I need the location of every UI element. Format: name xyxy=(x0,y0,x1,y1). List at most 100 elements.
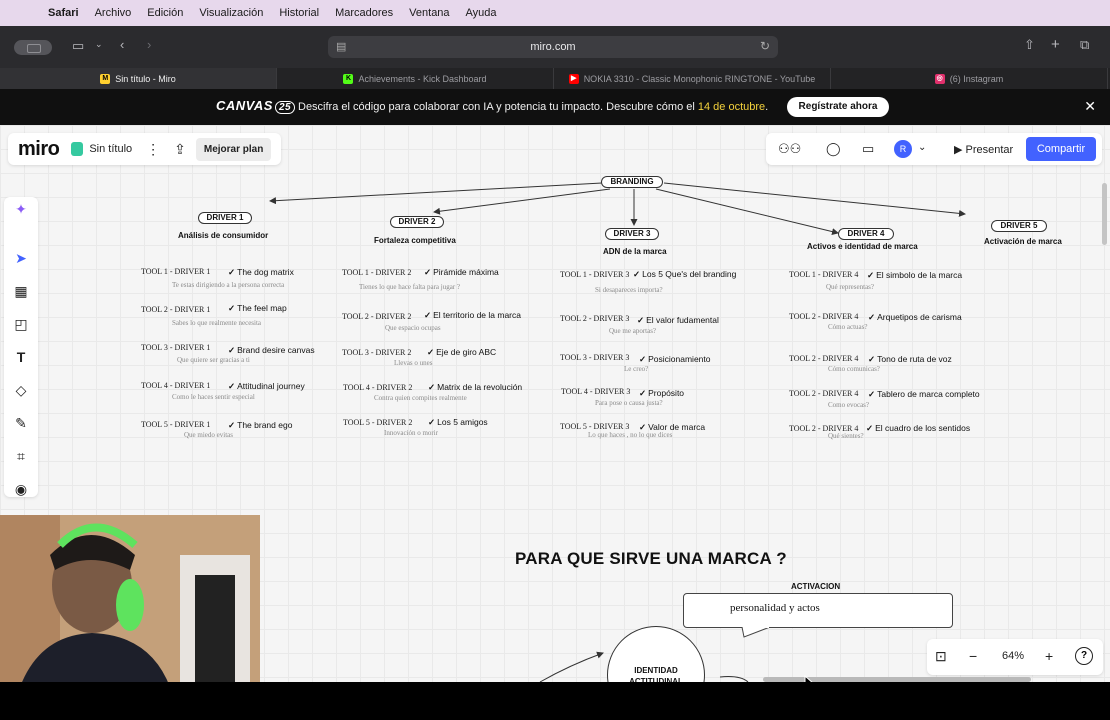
check-icon: ✓ xyxy=(228,381,236,391)
more-apps-icon[interactable]: ◉ xyxy=(4,475,38,503)
tool-name[interactable]: ✓ Matrix de la revolución xyxy=(428,382,522,393)
sidebar-icon[interactable]: ▭ xyxy=(72,38,84,54)
activation-label[interactable]: ACTIVACION xyxy=(791,582,840,591)
tool-name[interactable]: ✓ Propósito xyxy=(639,388,684,399)
tool-name[interactable]: ✓ Posicionamiento xyxy=(639,354,711,365)
tab-label: Achievements - Kick Dashboard xyxy=(358,73,487,84)
new-tab-icon[interactable]: + xyxy=(1051,36,1060,53)
upgrade-button[interactable]: Mejorar plan xyxy=(195,137,272,161)
tool-name[interactable]: ✓ El territorio de la marca xyxy=(424,310,521,321)
more-options-icon[interactable]: ⋮ xyxy=(146,141,160,158)
menu-safari[interactable]: Safari xyxy=(40,7,87,19)
forward-icon[interactable]: › xyxy=(147,37,151,52)
board-title[interactable]: Sin título xyxy=(89,143,132,155)
arrow-driver-2 xyxy=(433,188,611,215)
fit-screen-icon[interactable]: ⊡ xyxy=(935,648,947,665)
zoom-out-button[interactable]: − xyxy=(969,648,977,664)
menu-ayuda[interactable]: Ayuda xyxy=(458,7,505,19)
tab-overview-toggle[interactable] xyxy=(14,40,52,55)
present-button[interactable]: ▶ Presentar xyxy=(946,139,1021,161)
shapes-icon[interactable]: ◇ xyxy=(4,376,38,404)
tool-name[interactable]: ✓ Los 5 amigos xyxy=(428,417,488,428)
tab-instagram[interactable]: ◎ (6) Instagram xyxy=(831,68,1108,89)
tool-name[interactable]: ✓ Brand desire canvas xyxy=(228,345,315,356)
webcam-image xyxy=(0,515,260,687)
menu-visualizacion[interactable]: Visualización xyxy=(191,7,271,19)
menu-archivo[interactable]: Archivo xyxy=(87,7,140,19)
driver-1-node[interactable]: DRIVER 1 xyxy=(198,212,252,224)
frame-icon[interactable]: ⌗ xyxy=(4,442,38,470)
driver-5-node[interactable]: DRIVER 5 xyxy=(991,220,1047,232)
driver-2-node[interactable]: DRIVER 2 xyxy=(390,216,444,228)
check-icon: ✓ xyxy=(427,347,435,357)
reactions-icon[interactable]: ⚇⚇ xyxy=(778,141,801,157)
tool-desc: Contra quien compites realmente xyxy=(374,394,467,402)
tool-name[interactable]: ✓ Attitudinal journey xyxy=(228,381,305,392)
arrow-driver-5 xyxy=(663,182,966,217)
tab-label: Sin título - Miro xyxy=(115,73,176,84)
tool-name[interactable]: ✓ Tablero de marca completo xyxy=(868,389,980,400)
tool-name[interactable]: ✓ The dog matrix xyxy=(228,267,294,278)
tabs-overview-icon[interactable]: ⧉ xyxy=(1080,37,1089,53)
close-icon[interactable]: ✕ xyxy=(1084,98,1096,115)
select-cursor-icon[interactable]: ➤ xyxy=(4,244,38,272)
arrow-driver-4 xyxy=(655,188,839,235)
tool-desc: Qué sientes? xyxy=(828,432,864,440)
miro-favicon-icon: M xyxy=(100,73,111,84)
back-icon[interactable]: ‹ xyxy=(120,37,124,52)
tool-label: TOOL 5 - DRIVER 1 xyxy=(141,420,211,429)
tool-name[interactable]: ✓ Tono de ruta de voz xyxy=(868,354,952,365)
tool-name[interactable]: ✓ El valor fudamental xyxy=(637,315,719,326)
comments-icon[interactable]: ◯ xyxy=(826,141,841,157)
miro-logo[interactable]: miro xyxy=(18,138,60,161)
sticky-note-icon[interactable]: ◰ xyxy=(4,310,38,338)
share-button[interactable]: Compartir xyxy=(1026,137,1096,161)
menu-historial[interactable]: Historial xyxy=(271,7,327,19)
tool-name[interactable]: ✓ The feel map xyxy=(228,303,287,314)
page-settings-icon[interactable]: ▤ xyxy=(336,40,346,53)
tab-youtube[interactable]: ▶ NOKIA 3310 - Classic Monophonic RINGTO… xyxy=(554,68,831,89)
tool-name[interactable]: ✓ The brand ego xyxy=(228,420,292,431)
templates-icon[interactable]: ▦ xyxy=(4,277,38,305)
tool-label: TOOL 4 - DRIVER 2 xyxy=(343,383,413,392)
avatar[interactable]: R xyxy=(894,140,912,158)
chevron-down-icon[interactable]: ⌄ xyxy=(918,142,926,153)
address-bar[interactable]: ▤ miro.com ↻ xyxy=(328,36,778,58)
tool-name[interactable]: ✓ Los 5 Que's del branding xyxy=(633,269,736,280)
driver-3-node[interactable]: DRIVER 3 xyxy=(605,228,659,240)
tool-name[interactable]: ✓ Arquetipos de carisma xyxy=(868,312,962,323)
tab-kick[interactable]: K Achievements - Kick Dashboard xyxy=(277,68,554,89)
chevron-down-icon[interactable]: ⌄ xyxy=(95,39,103,50)
tool-label: TOOL 2 - DRIVER 4 xyxy=(789,354,859,363)
register-button[interactable]: Regístrate ahora xyxy=(787,97,889,117)
menu-ventana[interactable]: Ventana xyxy=(401,7,457,19)
ai-sparkle-icon[interactable]: ✦ xyxy=(4,195,38,223)
tool-name[interactable]: ✓ Eje de giro ABC xyxy=(427,347,496,358)
tool-name[interactable]: ✓ Pirámide máxima xyxy=(424,267,499,278)
zoom-level[interactable]: 64% xyxy=(1002,650,1024,662)
tab-miro[interactable]: M Sin título - Miro xyxy=(0,68,277,89)
reload-icon[interactable]: ↻ xyxy=(760,39,770,53)
check-icon: ✓ xyxy=(428,382,436,392)
share-icon[interactable]: ⇧ xyxy=(1024,37,1035,53)
menu-marcadores[interactable]: Marcadores xyxy=(327,7,401,19)
tool-name[interactable]: ✓ El simbolo de la marca xyxy=(867,270,962,281)
zoom-in-button[interactable]: + xyxy=(1045,648,1053,664)
tool-label: TOOL 2 - DRIVER 3 xyxy=(560,314,630,323)
branding-node[interactable]: BRANDING xyxy=(601,176,663,188)
text-icon[interactable]: T xyxy=(4,343,38,371)
export-icon[interactable]: ⇪ xyxy=(174,141,186,158)
pen-icon[interactable]: ✎ xyxy=(4,409,38,437)
kick-favicon-icon: K xyxy=(343,73,354,84)
arrow-driver-1 xyxy=(269,182,603,205)
screen-bottom-edge xyxy=(0,682,1110,720)
section-title[interactable]: PARA QUE SIRVE UNA MARCA ? xyxy=(515,549,787,569)
tool-label: TOOL 1 - DRIVER 2 xyxy=(342,268,412,277)
driver-4-node[interactable]: DRIVER 4 xyxy=(838,228,894,240)
tool-name[interactable]: ✓ El cuadro de los sentidos xyxy=(866,423,970,434)
menu-edicion[interactable]: Edición xyxy=(139,7,191,19)
help-icon[interactable]: ? xyxy=(1075,647,1093,665)
canvas25-logo: CANVAS 25 xyxy=(216,98,296,114)
video-call-icon[interactable]: ▭ xyxy=(862,141,874,157)
vertical-scrollbar[interactable] xyxy=(1102,183,1107,245)
